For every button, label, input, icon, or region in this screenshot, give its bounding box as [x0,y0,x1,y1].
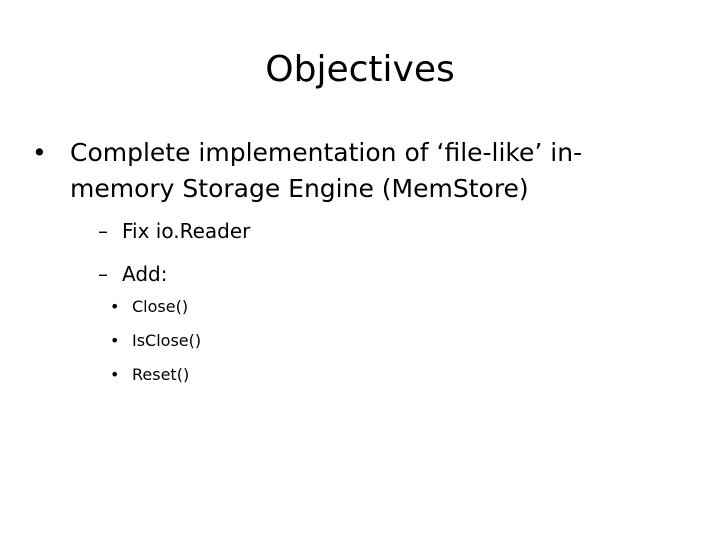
nested-bullet-text: Reset() [132,365,190,384]
nested-bullet-list: • Close() • IsClose() • Reset() [32,296,692,386]
nested-bullet-isclose: • IsClose() [32,330,692,352]
nested-bullet-text: IsClose() [132,331,202,350]
dash-bullet-icon: – [98,219,108,243]
dash-bullet-icon: – [98,262,108,286]
bullet-icon: • [110,331,120,350]
bullet-text-line-2: memory Storage Engine (MemStore) [70,174,529,203]
bullet-icon: • [110,297,120,316]
nested-bullet-text: Close() [132,297,189,316]
bullet-icon: • [110,365,120,384]
slide: Objectives • Complete implementation of … [0,0,720,540]
slide-body: • Complete implementation of ‘file-like’… [32,135,692,386]
nested-bullet-reset: • Reset() [32,364,692,386]
sub-bullet-text: Add: [122,262,168,286]
sub-bullet-add: – Add: [32,260,692,288]
bullet-item-objective: • Complete implementation of ‘file-like’… [32,135,692,207]
slide-title: Objectives [265,49,455,90]
sub-bullet-fix-reader: – Fix io.Reader [32,217,692,245]
bullet-text-line-1: Complete implementation of ‘file-like’ i… [70,138,583,167]
bullet-icon: • [32,138,47,167]
nested-bullet-close: • Close() [32,296,692,318]
sub-bullet-text: Fix io.Reader [122,219,251,243]
